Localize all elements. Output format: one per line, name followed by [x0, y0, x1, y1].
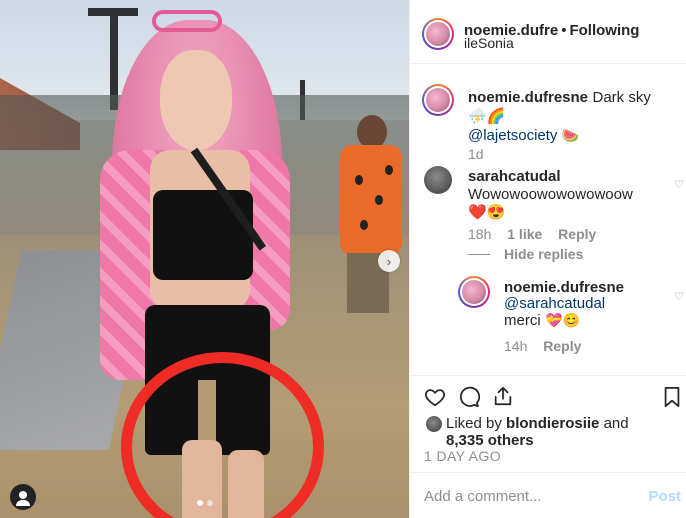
reply-username[interactable]: noemie.dufresne: [504, 279, 624, 296]
comment-emoji: ❤️😍: [468, 204, 506, 221]
post-photo[interactable]: ›: [0, 0, 409, 518]
caption: noemie.dufresne Dark sky ⛈️🌈 @lajetsocie…: [468, 88, 678, 145]
next-photo-button[interactable]: ›: [378, 250, 400, 272]
hide-replies-line: [468, 254, 490, 256]
caption-time[interactable]: 1d: [468, 146, 484, 162]
photo-pole-top: [88, 8, 138, 16]
caption-avatar[interactable]: [422, 84, 454, 116]
caption-emoji-weather: ⛈️🌈: [468, 108, 506, 125]
comment-reply-button[interactable]: Reply: [558, 226, 596, 242]
comment-likes[interactable]: 1 like: [507, 226, 542, 242]
reply: noemie.dufresne @sarahcatudal merci 💝😊: [504, 280, 679, 329]
like-heart-icon[interactable]: [424, 386, 446, 408]
author-avatar[interactable]: [422, 18, 454, 50]
tagged-users-button[interactable]: [10, 484, 36, 510]
liker-username[interactable]: blondierosiie: [506, 415, 599, 432]
reply-reply-button[interactable]: Reply: [543, 338, 581, 354]
post-comment-button[interactable]: Post: [648, 488, 681, 505]
carousel-dot: [197, 500, 203, 506]
like-comment-heart-icon[interactable]: ♡: [674, 178, 684, 191]
comment-bubble-icon[interactable]: [458, 386, 480, 408]
reply-avatar[interactable]: [458, 276, 490, 308]
comment-meta: 18h 1 like Reply: [468, 226, 596, 242]
post-date[interactable]: 1 DAY AGO: [424, 448, 501, 464]
caption-mention[interactable]: @lajetsociety: [468, 127, 557, 144]
caption-text: Dark sky: [592, 89, 651, 106]
comment-bar: Add a comment... Post: [410, 472, 686, 518]
user-icon: [19, 491, 27, 499]
add-comment-input[interactable]: Add a comment...: [424, 488, 542, 505]
post-side-panel: noemie.dufre • Following ileSonia noemie.d…: [409, 0, 686, 518]
chevron-right-icon: ›: [386, 253, 392, 269]
caption-emoji-watermelon: 🍉: [561, 127, 580, 143]
share-upload-icon[interactable]: [492, 385, 514, 407]
like-reply-heart-icon[interactable]: ♡: [674, 290, 684, 303]
reply-meta: 14h Reply: [504, 338, 581, 354]
reply-mention[interactable]: @sarahcatudal: [504, 295, 605, 312]
following-button[interactable]: Following: [569, 22, 639, 39]
reply-text: merci: [504, 312, 541, 329]
likes-count-link[interactable]: 8,335 others: [446, 432, 534, 449]
hide-replies-button[interactable]: Hide replies: [468, 246, 583, 264]
photo-man: [335, 115, 405, 325]
reply-time[interactable]: 14h: [504, 338, 527, 354]
post-location[interactable]: ileSonia: [464, 36, 514, 50]
comment-username[interactable]: sarahcatudal: [468, 168, 561, 185]
comment-text: Wowowoowowowowoow: [468, 186, 633, 203]
carousel-indicator: [197, 500, 213, 506]
commenter-avatar[interactable]: [424, 166, 452, 194]
comment: sarahcatudal Wowowoowowowowoow ❤️😍: [468, 168, 673, 222]
carousel-dot: [207, 500, 213, 506]
comment-time[interactable]: 18h: [468, 226, 491, 242]
hide-replies-label: Hide replies: [504, 246, 584, 262]
photo-sunglasses: [152, 10, 222, 32]
liker-avatar[interactable]: [426, 416, 442, 432]
reply-emoji: 💝😊: [545, 312, 580, 328]
photo-face: [160, 50, 232, 150]
caption-username[interactable]: noemie.dufresne: [468, 89, 588, 106]
bookmark-icon[interactable]: [663, 386, 681, 408]
post-header: noemie.dufre • Following ileSonia: [410, 0, 686, 64]
photo-black-top: [153, 190, 253, 280]
likes-summary: Liked by blondierosiie and 8,335 others: [446, 415, 629, 449]
